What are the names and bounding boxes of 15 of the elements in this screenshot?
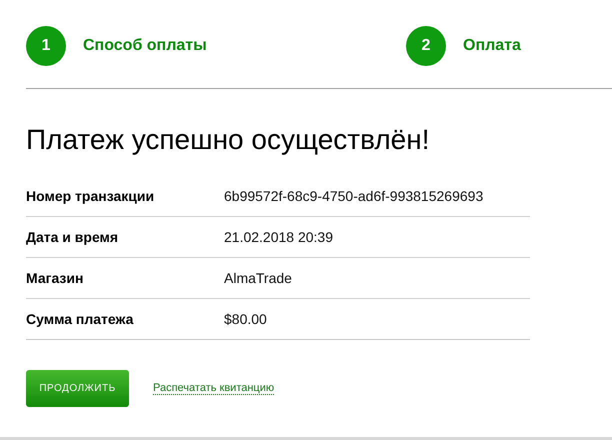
detail-label: Магазин xyxy=(26,270,84,286)
step-number: 2 xyxy=(406,26,446,66)
step-number: 1 xyxy=(26,26,66,66)
detail-value: AlmaTrade xyxy=(224,270,292,286)
continue-button[interactable]: ПРОДОЛЖИТЬ xyxy=(26,370,129,407)
step-label: Оплата xyxy=(463,37,521,55)
detail-label: Дата и время xyxy=(26,229,120,245)
detail-value: $80.00 xyxy=(224,311,267,327)
page-title: Платеж успешно осуществлён! xyxy=(26,123,430,157)
detail-value: 6b99572f-68c9-4750-ad6f-993815269693 xyxy=(224,188,484,204)
detail-value: 21.02.2018 20:39 xyxy=(224,229,333,245)
detail-label: Номер транзакции xyxy=(26,188,156,204)
print-receipt-link[interactable]: Распечатать квитанцию xyxy=(153,382,274,395)
step-label: Способ оплаты xyxy=(83,37,207,55)
detail-label: Сумма платежа xyxy=(26,311,134,327)
